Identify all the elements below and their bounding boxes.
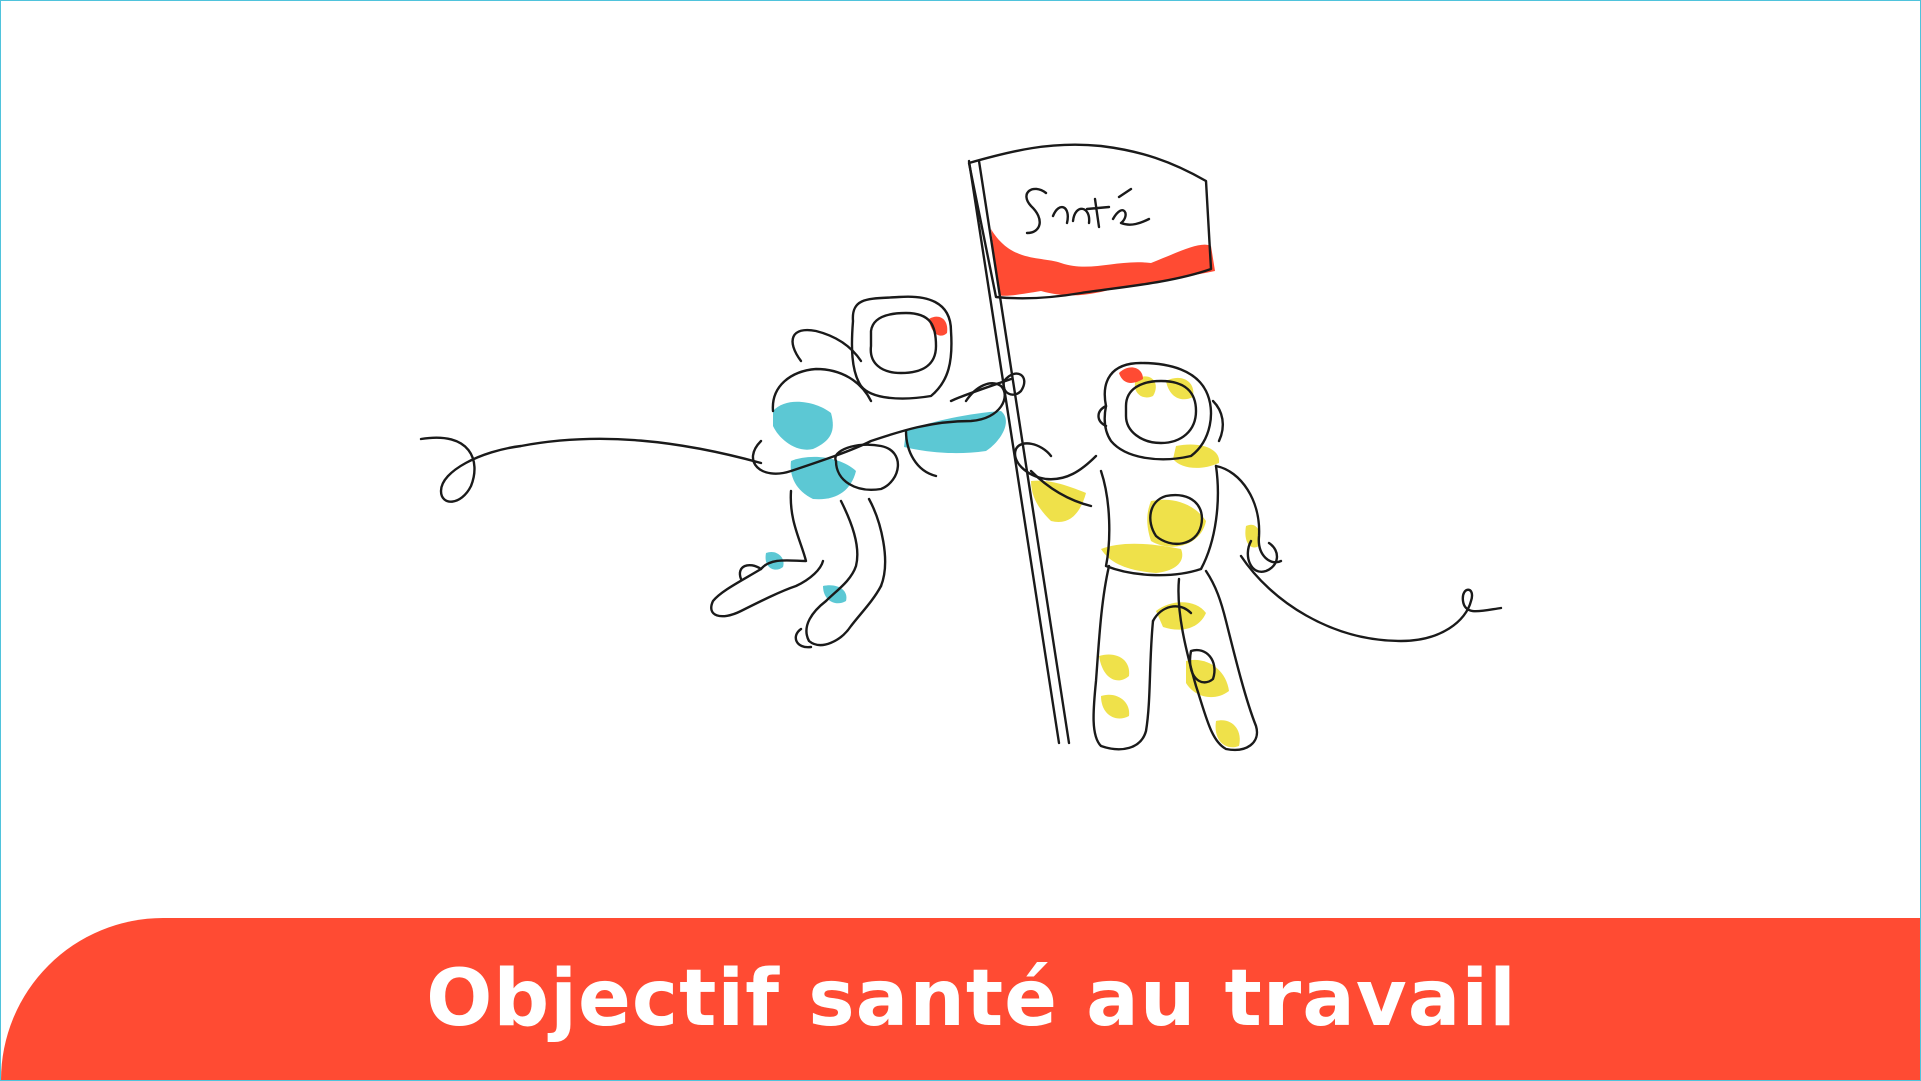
right-astronaut-color xyxy=(1031,376,1261,748)
right-tether xyxy=(1239,554,1503,643)
astronauts-illustration xyxy=(419,143,1503,752)
right-helmet-red xyxy=(1119,367,1143,383)
title-banner: Objectif santé au travail xyxy=(1,918,1920,1080)
left-tether xyxy=(419,436,763,503)
left-astronaut-color xyxy=(765,401,1006,604)
banner-title: Objectif santé au travail xyxy=(426,954,1517,1044)
card-frame: Objectif santé au travail xyxy=(0,0,1921,1081)
flag-red-fill xyxy=(991,229,1215,296)
flag-script xyxy=(1025,187,1151,235)
